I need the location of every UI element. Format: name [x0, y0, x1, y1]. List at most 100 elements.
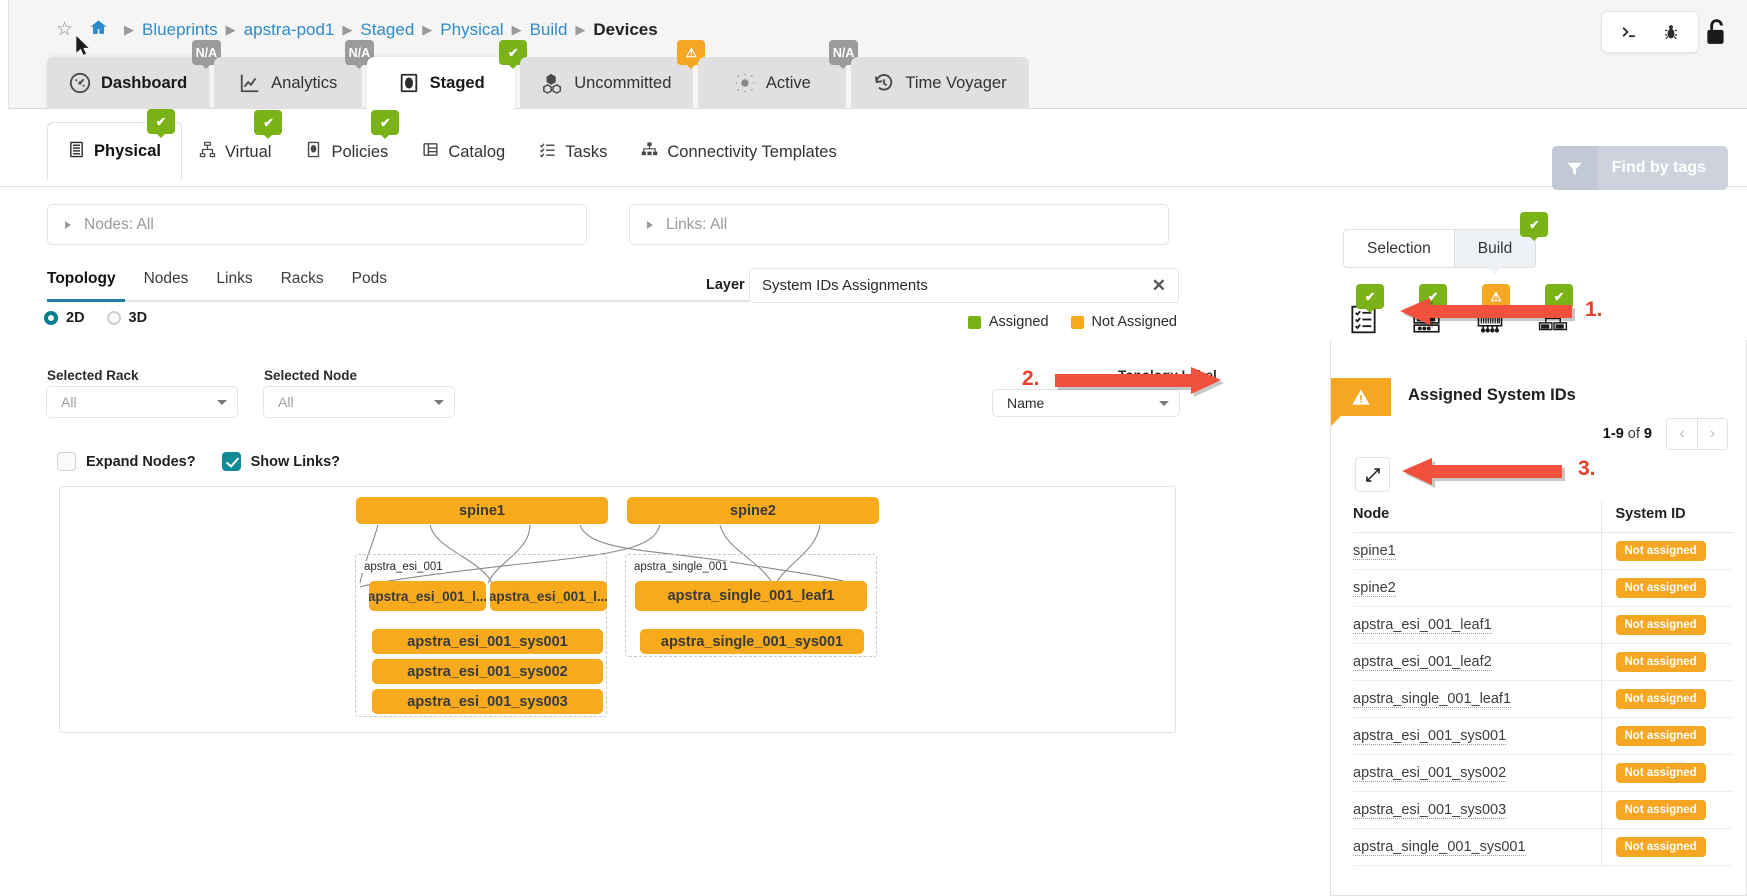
subnav-item-connectivity-templates[interactable]: Connectivity Templates: [624, 124, 853, 180]
node-link[interactable]: apstra_single_001_sys001: [1353, 839, 1526, 856]
breadcrumb-item-physical[interactable]: Physical: [440, 20, 503, 40]
topology-node-esi-sys001[interactable]: apstra_esi_001_sys001: [372, 629, 603, 654]
breadcrumb-sep: ▶: [422, 21, 433, 37]
table-row[interactable]: apstra_single_001_sys001 Not assigned: [1353, 828, 1733, 866]
terminal-icon[interactable]: [1608, 12, 1650, 52]
breadcrumb-item-apstra-pod1[interactable]: apstra-pod1: [244, 20, 335, 40]
selected-rack-select[interactable]: All: [46, 386, 238, 418]
table-row[interactable]: apstra_esi_001_sys001 Not assigned: [1353, 717, 1733, 755]
chevron-right-icon[interactable]: ›: [1697, 419, 1727, 449]
ltab-links[interactable]: Links: [216, 270, 270, 300]
tab-analytics[interactable]: Analytics N/A: [214, 40, 375, 109]
chevron-left-icon[interactable]: ‹: [1667, 419, 1697, 449]
topology-node-single-leaf1[interactable]: apstra_single_001_leaf1: [635, 581, 867, 611]
star-icon[interactable]: ☆: [56, 20, 73, 39]
topology-rack-label-esi: apstra_esi_001: [362, 561, 445, 573]
table-row[interactable]: spine2 Not assigned: [1353, 569, 1733, 607]
status-badge[interactable]: Not assigned: [1615, 541, 1706, 561]
topology-node-esi-leaf2[interactable]: apstra_esi_001_l...: [490, 581, 607, 611]
legend-label-assigned: Assigned: [988, 314, 1049, 330]
right-panel-tab-selection[interactable]: Selection: [1343, 229, 1454, 268]
node-link[interactable]: apstra_esi_001_sys002: [1353, 765, 1507, 782]
status-badge[interactable]: Not assigned: [1615, 652, 1706, 672]
checklist-icon[interactable]: ✔: [1347, 284, 1384, 336]
breadcrumb-item-staged[interactable]: Staged: [360, 20, 414, 40]
tasks-icon: [539, 141, 556, 163]
breadcrumb-item-blueprints[interactable]: Blueprints: [142, 20, 218, 40]
unlock-icon[interactable]: [1703, 17, 1729, 47]
column-header-system-id: System ID: [1600, 500, 1733, 533]
status-badge[interactable]: Not assigned: [1615, 800, 1706, 820]
node-link[interactable]: spine1: [1353, 543, 1396, 560]
close-icon[interactable]: ✕: [1152, 276, 1166, 296]
catalog-icon: [422, 141, 439, 163]
nodes-filter-box[interactable]: Nodes: All: [47, 204, 587, 245]
subnav-label: Tasks: [565, 142, 608, 161]
home-icon[interactable]: [88, 18, 109, 41]
status-badge[interactable]: Not assigned: [1615, 837, 1706, 857]
table-row[interactable]: apstra_single_001_leaf1 Not assigned: [1353, 680, 1733, 718]
warning-icon: [1331, 378, 1391, 426]
subnav-item-virtual[interactable]: Virtual ✔: [182, 110, 288, 180]
right-panel-tab-build[interactable]: Build ✔: [1453, 212, 1549, 274]
tab-time-voyager[interactable]: Time Voyager: [851, 57, 1029, 109]
topology-tab-bar: Topology Nodes Links Racks Pods: [47, 270, 415, 300]
tab-label: Uncommitted: [574, 73, 672, 92]
subnav-item-physical[interactable]: Physical ✔: [47, 109, 182, 180]
bug-icon[interactable]: [1650, 12, 1692, 52]
sub-nav-items: Physical ✔ Virtual ✔ Policies ✔ Catalog …: [47, 109, 854, 180]
table-row[interactable]: apstra_esi_001_leaf1 Not assigned: [1353, 606, 1733, 644]
radio-2d[interactable]: [44, 311, 58, 325]
subnav-label: Catalog: [448, 142, 506, 161]
tab-active[interactable]: Active N/A: [698, 40, 859, 109]
tab-staged[interactable]: Staged ✔: [367, 40, 528, 109]
topology-node-single-sys001[interactable]: apstra_single_001_sys001: [640, 629, 864, 654]
find-by-tags-label: Find by tags: [1611, 159, 1706, 176]
ltab-pods[interactable]: Pods: [352, 270, 405, 300]
status-badge[interactable]: Not assigned: [1615, 726, 1706, 746]
topology-canvas[interactable]: spine1 spine2 apstra_esi_001 apstra_esi_…: [59, 486, 1176, 733]
topology-node-esi-sys002[interactable]: apstra_esi_001_sys002: [372, 659, 603, 684]
node-link[interactable]: spine2: [1353, 580, 1396, 597]
table-row[interactable]: spine1 Not assigned: [1353, 532, 1733, 570]
topology-node-spine2[interactable]: spine2: [627, 497, 879, 524]
node-link[interactable]: apstra_esi_001_sys001: [1353, 728, 1507, 745]
topology-legend: Assigned Not Assigned: [967, 314, 1177, 330]
breadcrumb-item-build[interactable]: Build: [530, 20, 568, 40]
ltab-nodes[interactable]: Nodes: [144, 270, 207, 300]
table-row[interactable]: apstra_esi_001_sys002 Not assigned: [1353, 754, 1733, 792]
tab-uncommitted[interactable]: Uncommitted ⚠: [520, 40, 706, 109]
layer-select[interactable]: System IDs Assignments ✕: [749, 268, 1179, 303]
links-filter-label: Links: All: [666, 215, 728, 233]
node-link[interactable]: apstra_esi_001_leaf2: [1353, 654, 1492, 671]
radio-3d[interactable]: [106, 311, 121, 325]
status-badge[interactable]: Not assigned: [1615, 615, 1706, 635]
show-links-checkbox[interactable]: [221, 452, 241, 471]
selected-node-select[interactable]: All: [263, 386, 455, 418]
pagination-summary: 1-9 of 9: [1603, 426, 1652, 442]
nodes-filter-label: Nodes: All: [84, 215, 154, 233]
table-row[interactable]: apstra_esi_001_sys003 Not assigned: [1353, 791, 1733, 829]
expand-nodes-checkbox[interactable]: [57, 452, 76, 471]
pagination-of: of: [1627, 426, 1640, 442]
edit-icon[interactable]: [1355, 457, 1390, 492]
topology-node-esi-leaf1[interactable]: apstra_esi_001_l...: [369, 581, 486, 611]
node-link[interactable]: apstra_esi_001_leaf1: [1353, 617, 1492, 634]
subnav-item-catalog[interactable]: Catalog: [405, 124, 522, 180]
links-filter-box[interactable]: Links: All: [629, 204, 1169, 245]
subnav-item-tasks[interactable]: Tasks: [522, 124, 624, 180]
status-badge[interactable]: Not assigned: [1615, 763, 1706, 783]
status-badge[interactable]: Not assigned: [1615, 689, 1706, 709]
find-by-tags-button[interactable]: Find by tags: [1551, 146, 1728, 190]
ltab-racks[interactable]: Racks: [281, 270, 342, 300]
node-link[interactable]: apstra_esi_001_sys003: [1353, 802, 1507, 819]
tab-dashboard[interactable]: Dashboard N/A: [47, 40, 222, 109]
topology-node-esi-sys003[interactable]: apstra_esi_001_sys003: [372, 689, 603, 714]
subnav-item-policies[interactable]: Policies ✔: [288, 110, 405, 180]
status-badge[interactable]: Not assigned: [1615, 578, 1706, 598]
ltab-topology[interactable]: Topology: [47, 270, 134, 300]
table-row[interactable]: apstra_esi_001_leaf2 Not assigned: [1353, 643, 1733, 681]
node-link[interactable]: apstra_single_001_leaf1: [1353, 691, 1512, 708]
breadcrumb-current-devices: Devices: [593, 19, 658, 39]
topology-node-spine1[interactable]: spine1: [356, 497, 608, 524]
